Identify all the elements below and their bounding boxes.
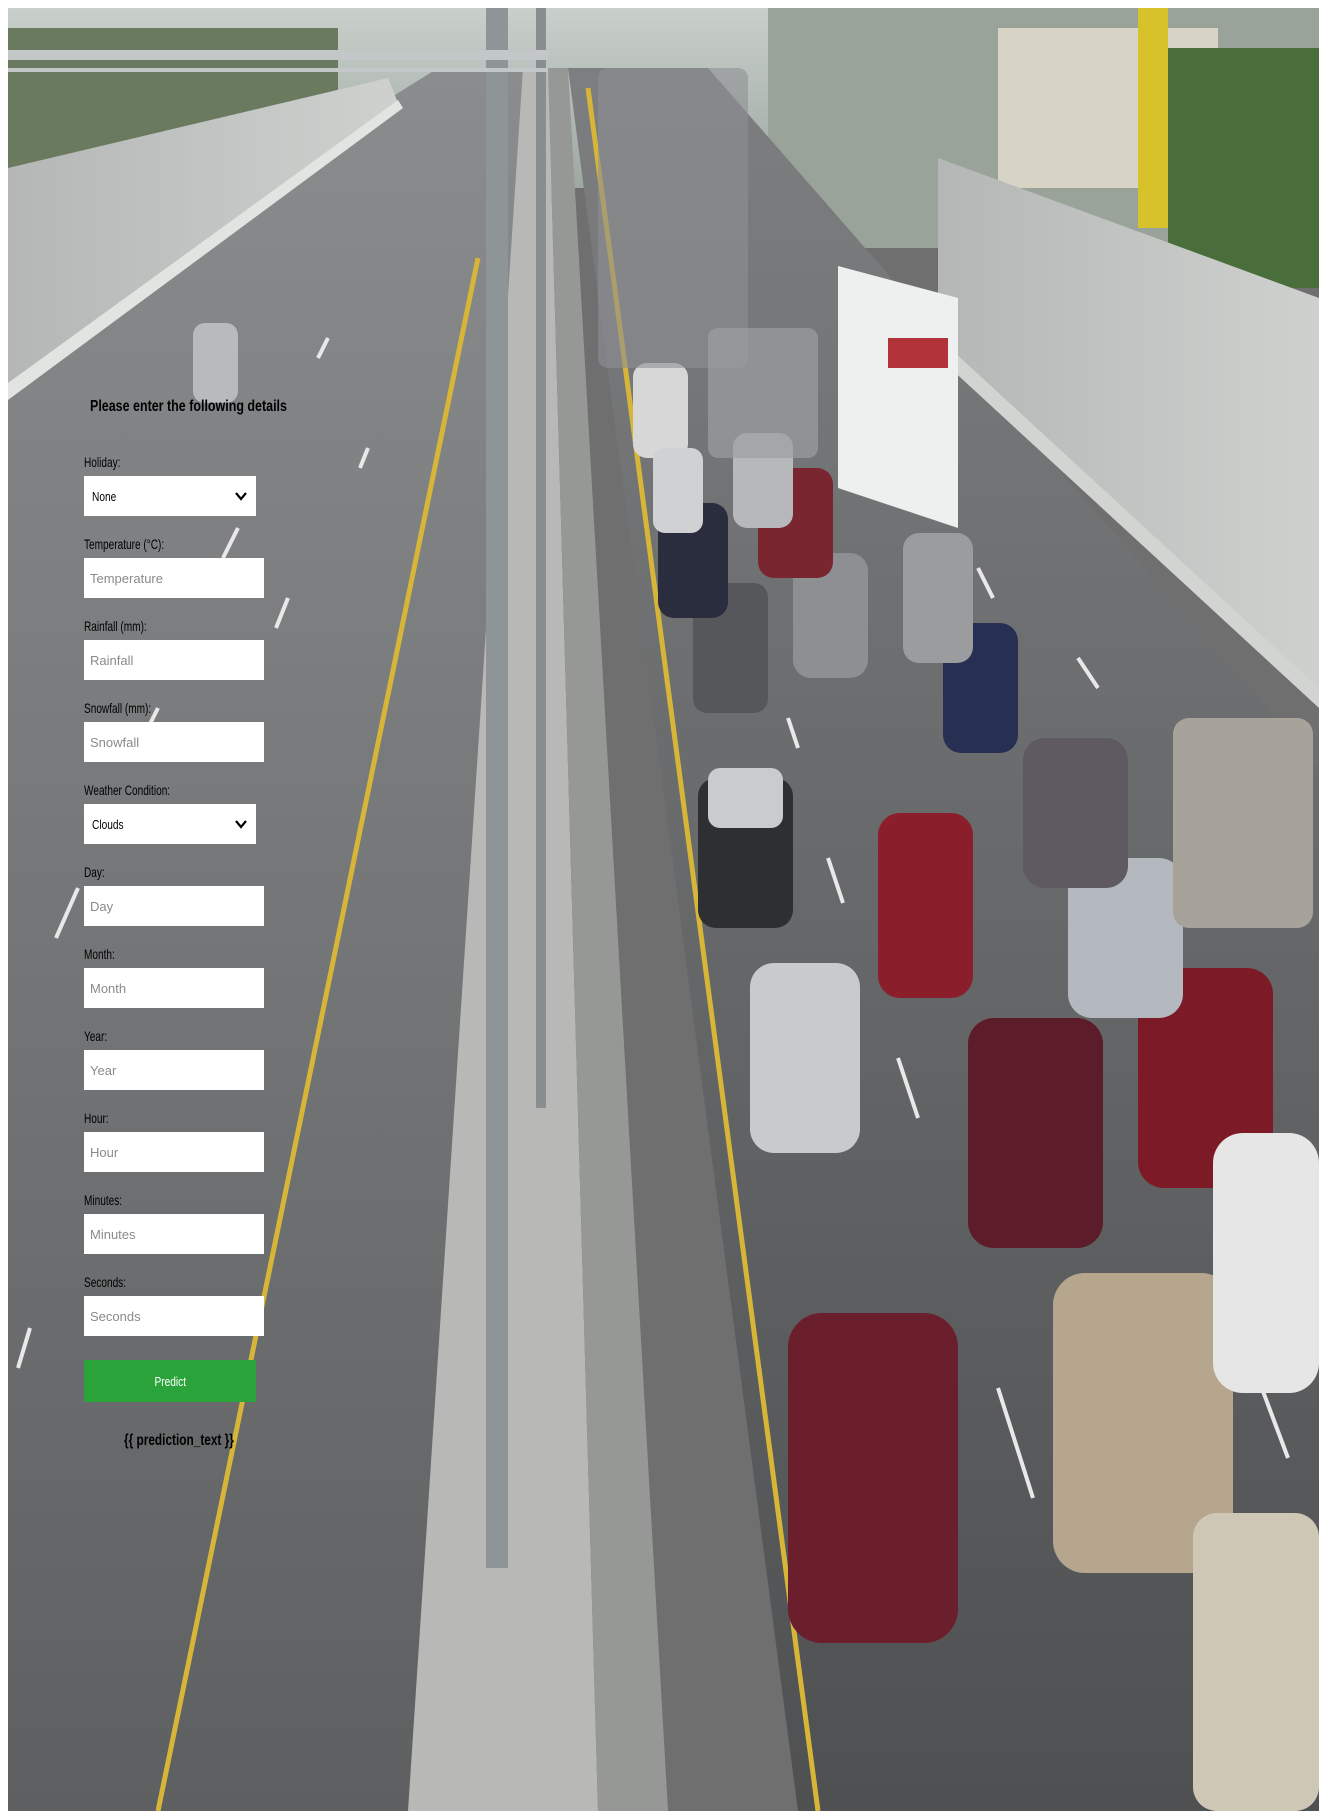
predict-button[interactable]: Predict	[84, 1360, 256, 1402]
chevron-down-icon	[235, 820, 247, 829]
weather-condition-selected-value: Clouds	[92, 816, 124, 832]
rainfall-label: Rainfall (mm):	[84, 618, 147, 634]
temperature-label: Temperature (°C):	[84, 536, 165, 552]
minutes-input[interactable]	[84, 1214, 264, 1254]
weather-condition-label: Weather Condition:	[84, 782, 171, 798]
seconds-label: Seconds:	[84, 1274, 127, 1290]
page: Please enter the following details Holid…	[0, 0, 1327, 1811]
minutes-label: Minutes:	[84, 1192, 123, 1208]
chevron-down-icon	[235, 492, 247, 501]
snowfall-input[interactable]	[84, 722, 264, 762]
weather-condition-select[interactable]: Clouds	[84, 804, 256, 844]
holiday-select[interactable]: None	[84, 476, 256, 516]
month-input[interactable]	[84, 968, 264, 1008]
seconds-input[interactable]	[84, 1296, 264, 1336]
year-label: Year:	[84, 1028, 108, 1044]
year-input[interactable]	[84, 1050, 264, 1090]
month-label: Month:	[84, 946, 115, 962]
snowfall-label: Snowfall (mm):	[84, 700, 152, 716]
predict-button-label: Predict	[154, 1373, 186, 1389]
rainfall-input[interactable]	[84, 640, 264, 680]
hour-label: Hour:	[84, 1110, 109, 1126]
day-input[interactable]	[84, 886, 264, 926]
form-title: Please enter the following details	[90, 398, 287, 415]
holiday-selected-value: None	[92, 488, 117, 504]
temperature-input[interactable]	[84, 558, 264, 598]
holiday-label: Holiday:	[84, 454, 121, 470]
day-label: Day:	[84, 864, 105, 880]
hour-input[interactable]	[84, 1132, 264, 1172]
prediction-text: {{ prediction_text }}	[124, 1432, 234, 1449]
